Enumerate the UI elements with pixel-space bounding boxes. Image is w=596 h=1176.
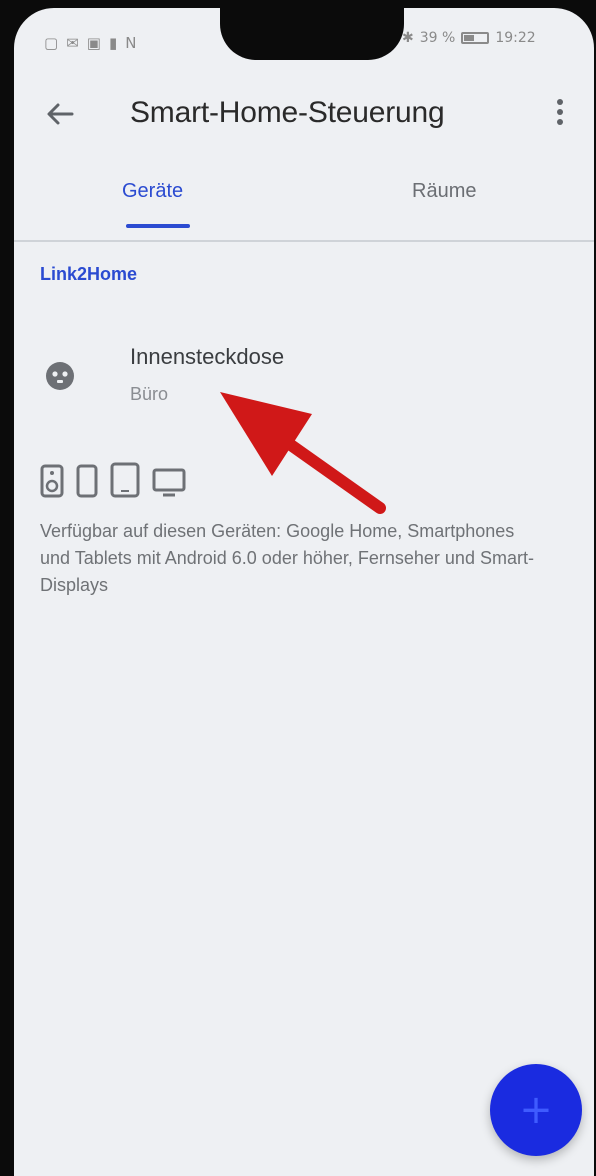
- availability-text: Verfügbar auf diesen Geräten: Google Hom…: [40, 521, 534, 595]
- power-socket-icon: [44, 360, 76, 392]
- lock-icon: ▮: [108, 34, 118, 52]
- more-vertical-icon[interactable]: [550, 94, 570, 130]
- tv-icon: [152, 468, 186, 498]
- phone-screen: ▢ ✉ ▣ ▮ N ✱ 39 % 19:22 Smart-Home-Steuer…: [14, 8, 594, 1176]
- tab-bar: Geräte Räume: [14, 168, 594, 242]
- app-bar: Smart-Home-Steuerung: [14, 78, 594, 158]
- status-bar-right: ✱ 39 % 19:22: [402, 30, 536, 46]
- device-room: Büro: [130, 384, 169, 404]
- status-bar-left: ▢ ✉ ▣ ▮ N: [44, 34, 136, 52]
- camera-notch: [220, 8, 404, 60]
- add-icon: +: [519, 1087, 553, 1133]
- tab-selected-indicator: [126, 224, 190, 228]
- sim-icon: ▢: [44, 34, 59, 52]
- battery-icon: [461, 32, 490, 44]
- nfc-icon: N: [125, 34, 137, 52]
- device-list-item[interactable]: Innensteckdose Büro: [14, 338, 594, 428]
- speaker-icon: [40, 464, 64, 498]
- mail-icon: ✉: [66, 34, 79, 52]
- cast-icon: ▣: [86, 34, 101, 52]
- clock: 19:22: [495, 30, 536, 46]
- device-name: Innensteckdose: [130, 344, 285, 369]
- tab-raeume[interactable]: Räume: [412, 180, 476, 203]
- add-device-button[interactable]: +: [490, 1064, 582, 1156]
- smartphone-icon: [76, 464, 98, 498]
- arrow-back-icon[interactable]: [42, 96, 78, 132]
- battery-percent: 39 %: [419, 30, 456, 46]
- tab-geraete[interactable]: Geräte: [122, 180, 183, 203]
- tablet-icon: [110, 462, 140, 498]
- page-title: Smart-Home-Steuerung: [130, 96, 445, 129]
- section-heading: Link2Home: [40, 264, 138, 284]
- bluetooth-icon: ✱: [402, 30, 414, 46]
- supported-device-icons: [40, 462, 186, 498]
